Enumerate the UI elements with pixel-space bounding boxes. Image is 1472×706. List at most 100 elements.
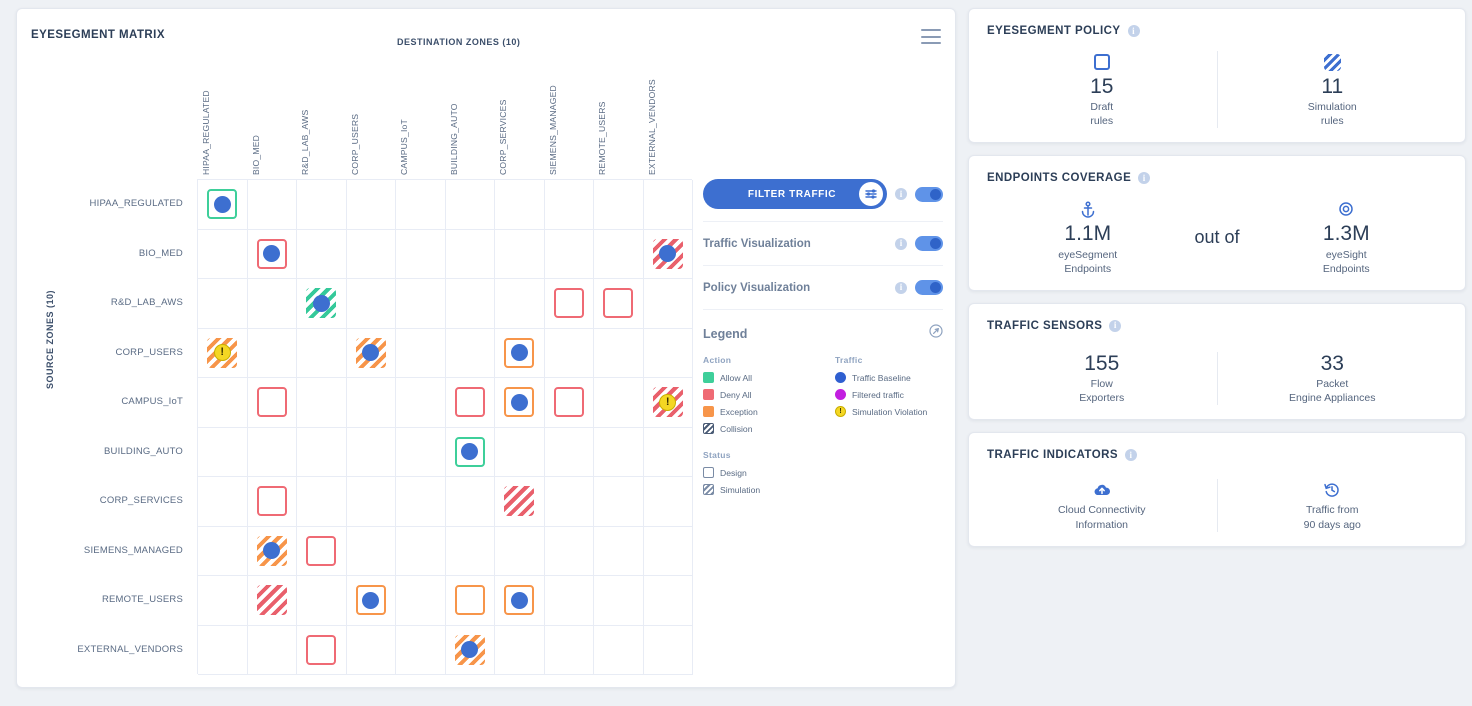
matrix-cell[interactable] [247, 378, 297, 428]
matrix-cell[interactable] [396, 526, 446, 576]
stat-block[interactable]: 15 Draft rules [987, 51, 1217, 128]
legend-item[interactable]: Traffic Baseline [835, 372, 939, 383]
filter-traffic-toggle[interactable] [915, 186, 943, 202]
matrix-cell[interactable] [643, 229, 693, 279]
matrix-cell[interactable] [297, 477, 347, 527]
matrix-cell[interactable] [594, 279, 644, 329]
matrix-cell[interactable] [198, 427, 248, 477]
matrix-row-header[interactable]: CORP_SERVICES [57, 476, 191, 526]
stat-block[interactable]: 1.1M eyeSegment Endpoints [987, 198, 1188, 275]
matrix-col-header[interactable]: REMOTE_USERS [578, 49, 628, 177]
matrix-col-header[interactable]: BIO_MED [232, 49, 282, 177]
matrix-cell[interactable] [495, 328, 545, 378]
matrix-cell[interactable] [346, 576, 396, 626]
matrix-cell[interactable] [594, 477, 644, 527]
info-icon[interactable]: i [1124, 449, 1137, 462]
matrix-cell[interactable] [495, 477, 545, 527]
matrix-cell[interactable] [643, 576, 693, 626]
matrix-cell[interactable] [643, 279, 693, 329]
matrix-col-header[interactable]: CAMPUS_IoT [380, 49, 430, 177]
matrix-cell[interactable] [495, 180, 545, 230]
matrix-cell[interactable] [396, 229, 446, 279]
matrix-row-header[interactable]: CAMPUS_IoT [57, 377, 191, 427]
matrix-cell[interactable] [297, 378, 347, 428]
matrix-cell[interactable] [445, 576, 495, 626]
matrix-cell[interactable] [346, 378, 396, 428]
matrix-cell[interactable]: ! [198, 328, 248, 378]
matrix-cell[interactable] [544, 576, 594, 626]
matrix-row-header[interactable]: BIO_MED [57, 229, 191, 279]
matrix-cell[interactable] [445, 625, 495, 675]
matrix-row-header[interactable]: BUILDING_AUTO [57, 427, 191, 477]
legend-item[interactable]: Deny All [703, 389, 807, 400]
matrix-cell[interactable] [346, 229, 396, 279]
matrix-cell[interactable] [297, 576, 347, 626]
info-icon[interactable]: i [1138, 172, 1151, 185]
matrix-cell[interactable] [495, 427, 545, 477]
matrix-cell[interactable] [198, 378, 248, 428]
matrix-cell[interactable] [544, 625, 594, 675]
matrix-row-header[interactable]: R&D_LAB_AWS [57, 278, 191, 328]
matrix-col-header[interactable]: SIEMENS_MANAGED [529, 49, 579, 177]
matrix-col-header[interactable]: HIPAA_REGULATED [182, 49, 232, 177]
matrix-cell[interactable] [445, 378, 495, 428]
matrix-cell[interactable] [198, 477, 248, 527]
matrix-cell[interactable] [495, 576, 545, 626]
matrix-cell[interactable] [495, 378, 545, 428]
matrix-cell[interactable] [297, 328, 347, 378]
matrix-cell[interactable] [297, 625, 347, 675]
matrix-cell[interactable] [247, 180, 297, 230]
matrix-col-header[interactable]: R&D_LAB_AWS [281, 49, 331, 177]
matrix-cell[interactable] [346, 328, 396, 378]
matrix-cell[interactable] [495, 625, 545, 675]
matrix-row-header[interactable]: CORP_USERS [57, 328, 191, 378]
matrix-cell[interactable] [594, 576, 644, 626]
matrix-cell[interactable] [247, 328, 297, 378]
matrix-cell[interactable] [594, 526, 644, 576]
legend-item[interactable]: Collision [703, 423, 807, 434]
matrix-cell[interactable] [643, 180, 693, 230]
matrix-cell[interactable] [297, 279, 347, 329]
matrix-cell[interactable] [297, 427, 347, 477]
matrix-cell[interactable] [594, 229, 644, 279]
filter-sliders-icon[interactable] [859, 182, 883, 206]
matrix-cell[interactable] [396, 279, 446, 329]
matrix-cell[interactable] [544, 328, 594, 378]
stat-block[interactable]: 1.3M eyeSight Endpoints [1246, 198, 1447, 275]
matrix-cell[interactable] [544, 279, 594, 329]
legend-item[interactable]: ! Simulation Violation [835, 406, 939, 417]
hamburger-menu-icon[interactable] [921, 29, 941, 44]
matrix-cell[interactable] [495, 526, 545, 576]
matrix-cell[interactable] [198, 229, 248, 279]
matrix-cell[interactable] [247, 477, 297, 527]
filter-traffic-info-icon[interactable]: i [895, 188, 907, 200]
matrix-cell[interactable] [297, 180, 347, 230]
matrix-cell[interactable] [643, 526, 693, 576]
matrix-cell[interactable] [544, 229, 594, 279]
matrix-col-header[interactable]: EXTERNAL_VENDORS [628, 49, 678, 177]
matrix-cell[interactable]: ! [643, 378, 693, 428]
matrix-col-header[interactable]: CORP_SERVICES [479, 49, 529, 177]
matrix-cell[interactable] [445, 180, 495, 230]
matrix-cell[interactable] [346, 625, 396, 675]
matrix-cell[interactable] [247, 279, 297, 329]
matrix-cell[interactable] [544, 378, 594, 428]
matrix-row-header[interactable]: REMOTE_USERS [57, 575, 191, 625]
matrix-cell[interactable] [346, 477, 396, 527]
legend-item[interactable]: Filtered traffic [835, 389, 939, 400]
matrix-cell[interactable] [445, 427, 495, 477]
matrix-cell[interactable] [594, 328, 644, 378]
matrix-cell[interactable] [346, 427, 396, 477]
matrix-row-header[interactable]: HIPAA_REGULATED [57, 179, 191, 229]
legend-item[interactable]: Simulation [703, 484, 807, 495]
filter-traffic-button[interactable]: FILTER TRAFFIC [703, 179, 887, 209]
matrix-cell[interactable] [396, 378, 446, 428]
info-icon[interactable]: i [895, 281, 907, 294]
stat-block[interactable]: 11 Simulation rules [1218, 51, 1448, 128]
matrix-cell[interactable] [297, 526, 347, 576]
expand-legend-icon[interactable] [929, 324, 943, 343]
matrix-cell[interactable] [346, 526, 396, 576]
matrix-cell[interactable] [445, 526, 495, 576]
matrix-cell[interactable] [445, 279, 495, 329]
matrix-cell[interactable] [247, 427, 297, 477]
